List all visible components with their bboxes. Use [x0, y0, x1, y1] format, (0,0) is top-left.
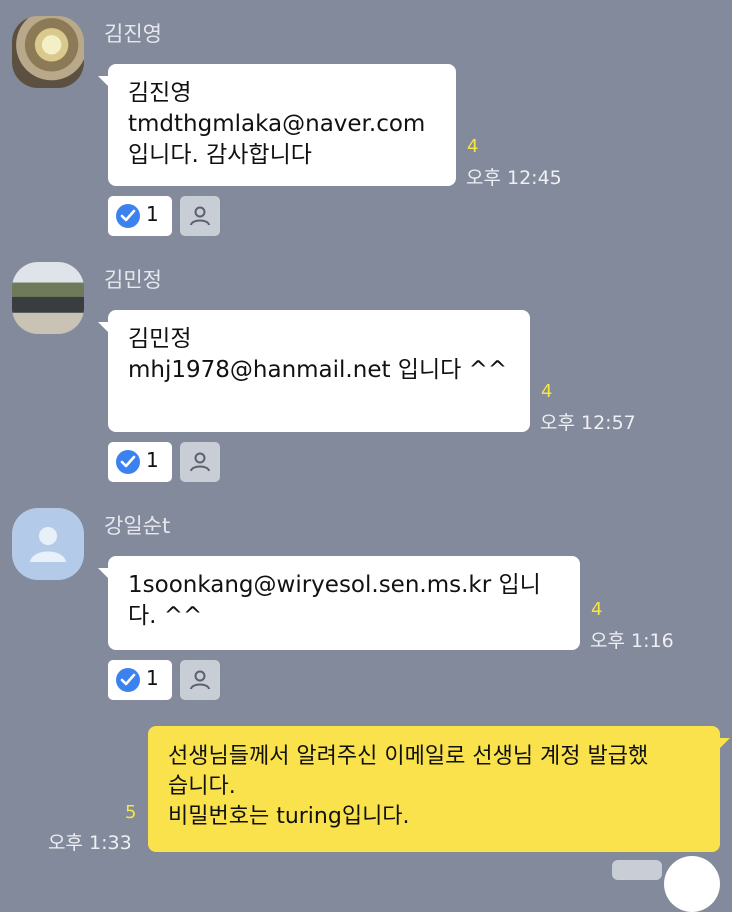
message-time: 오후 12:45: [466, 167, 562, 189]
reaction-count: 1: [146, 202, 159, 226]
reaction-badge[interactable]: 1: [108, 196, 172, 236]
check-circle-icon: [116, 450, 140, 474]
message-line: 비밀번호는 turing입니다.: [168, 804, 410, 829]
default-avatar-icon: [30, 527, 66, 562]
message-bubble[interactable]: 김민정 mhj1978@hanmail.net 입니다 ^^: [98, 310, 530, 432]
sender-name: 김민정: [104, 268, 162, 292]
check-circle-icon: [116, 668, 140, 692]
sender-name: 김진영: [104, 22, 162, 46]
avatar[interactable]: [12, 508, 84, 580]
person-icon[interactable]: [180, 660, 220, 700]
message-line: 다. ^^: [128, 603, 203, 629]
reaction-placeholder: [612, 860, 662, 880]
message-line: 입니다. 감사합니다: [128, 142, 312, 168]
person-icon[interactable]: [180, 196, 220, 236]
reaction-count: 1: [146, 666, 159, 690]
message-time: 오후 1:16: [590, 630, 674, 652]
check-circle-icon: [116, 204, 140, 228]
message-line: mhj1978@hanmail.net 입니다 ^^: [128, 357, 508, 383]
person-icon[interactable]: [180, 442, 220, 482]
message-line: 김진영: [128, 80, 192, 106]
message-bubble[interactable]: 1soonkang@wiryesol.sen.ms.kr 입니 다. ^^: [98, 556, 580, 650]
avatar[interactable]: [12, 16, 84, 88]
message-bubble[interactable]: 김진영 tmdthgmlaka@naver.com 입니다. 감사합니다: [98, 64, 456, 186]
message-time: 오후 12:57: [540, 412, 636, 434]
reaction-badge[interactable]: 1: [108, 660, 172, 700]
unread-count: 4: [591, 599, 603, 620]
unread-count: 4: [541, 381, 553, 402]
reaction-count: 1: [146, 448, 159, 472]
unread-count: 4: [467, 136, 479, 157]
reaction-badge[interactable]: 1: [108, 442, 172, 482]
sender-name: 강일순t: [104, 514, 171, 538]
unread-count: 5: [125, 802, 137, 823]
message-line: 선생님들께서 알려주신 이메일로 선생님 계정 발급했: [168, 744, 649, 769]
message-line: 김민정: [128, 326, 192, 352]
my-message-bubble[interactable]: 선생님들께서 알려주신 이메일로 선생님 계정 발급했 습니다. 비밀번호는 t…: [148, 726, 730, 852]
scroll-down-button[interactable]: [664, 856, 720, 912]
message-time: 오후 1:33: [48, 832, 132, 854]
message-line: tmdthgmlaka@naver.com: [128, 111, 426, 137]
message-line: 습니다.: [168, 774, 236, 799]
avatar[interactable]: [12, 262, 84, 334]
message-line: 1soonkang@wiryesol.sen.ms.kr 입니: [128, 572, 541, 598]
